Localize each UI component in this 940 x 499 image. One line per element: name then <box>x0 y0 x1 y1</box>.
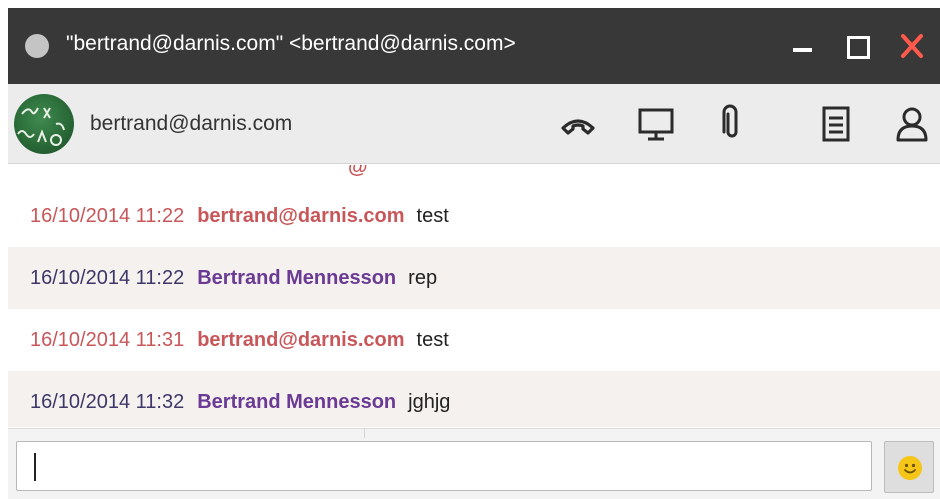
message-text: test <box>416 328 449 351</box>
contact-icon[interactable] <box>892 104 932 144</box>
message-sender: bertrand@darnis.com <box>197 204 405 227</box>
message-row: 16/10/2014 11:22 Bertrand Mennesson rep <box>8 247 940 309</box>
avatar[interactable] <box>14 94 74 154</box>
message-sender: Bertrand Mennesson <box>197 390 397 413</box>
text-caret <box>34 453 36 481</box>
message-text: rep <box>408 266 438 289</box>
message-input[interactable] <box>16 441 872 491</box>
message-sender: Bertrand Mennesson <box>197 266 397 289</box>
message-text: jghjg <box>408 390 451 413</box>
emoji-button[interactable] <box>884 441 934 493</box>
message-row: 16/10/2014 11:32 Bertrand Mennesson jghj… <box>8 371 940 427</box>
screen-share-icon[interactable] <box>636 104 676 144</box>
pane-divider <box>364 428 365 438</box>
minimize-button[interactable] <box>786 30 818 62</box>
close-icon <box>901 34 923 58</box>
message-timestamp: 16/10/2014 11:31 <box>30 328 185 351</box>
smiley-icon <box>898 456 922 480</box>
message-timestamp: 16/10/2014 11:22 <box>30 204 185 227</box>
phone-icon[interactable] <box>558 104 598 144</box>
message-row: 16/10/2014 11:22 bertrand@darnis.com tes… <box>8 185 940 247</box>
message-composer <box>8 428 940 499</box>
notes-icon[interactable] <box>816 104 856 144</box>
message-text: test <box>416 204 449 227</box>
attachment-icon[interactable] <box>712 104 752 144</box>
message-sender: bertrand@darnis.com <box>197 328 405 351</box>
message-timestamp: 16/10/2014 11:22 <box>30 266 185 289</box>
message-list[interactable]: @ 16/10/2014 11:22 bertrand@darnis.com t… <box>8 165 940 427</box>
message-row: 16/10/2014 11:31 bertrand@darnis.com tes… <box>8 309 940 371</box>
presence-status-icon <box>25 34 49 58</box>
partial-message-text: @ <box>348 165 368 178</box>
contact-toolbar: bertrand@darnis.com <box>8 84 940 164</box>
maximize-button[interactable] <box>840 30 872 62</box>
message-timestamp: 16/10/2014 11:32 <box>30 390 185 413</box>
chalkboard-avatar-image <box>17 107 65 146</box>
contact-name: bertrand@darnis.com <box>90 112 293 135</box>
close-button[interactable] <box>896 30 928 62</box>
window-title: "bertrand@darnis.com" <bertrand@darnis.c… <box>66 32 516 55</box>
window-titlebar: "bertrand@darnis.com" <bertrand@darnis.c… <box>8 8 940 84</box>
